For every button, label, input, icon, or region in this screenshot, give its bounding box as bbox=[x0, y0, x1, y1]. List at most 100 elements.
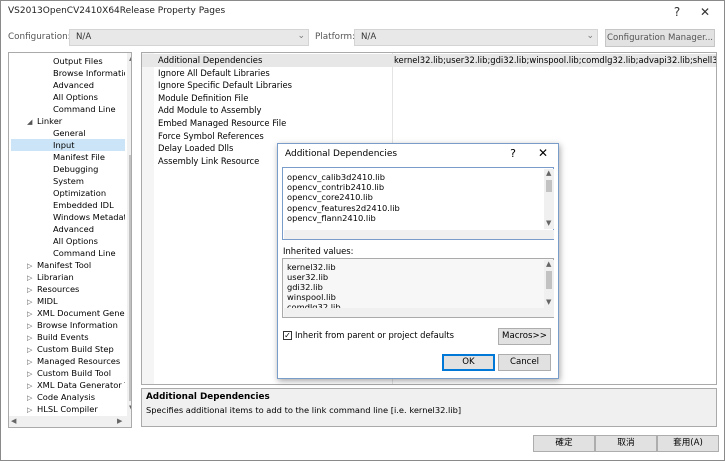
inherit-checkbox[interactable]: ✓ bbox=[283, 331, 292, 340]
scroll-down-icon[interactable]: ▼ bbox=[129, 404, 131, 412]
tree-item[interactable]: Browse Informatio bbox=[11, 67, 125, 79]
cancel-button[interactable]: 取消 bbox=[595, 435, 657, 452]
scroll-down-icon[interactable]: ▼ bbox=[546, 298, 551, 306]
inherit-checkbox-label[interactable]: Inherit from parent or project defaults bbox=[295, 330, 454, 340]
ok-button[interactable]: 確定 bbox=[533, 435, 595, 452]
inherited-horizontal-scrollbar[interactable] bbox=[284, 308, 554, 317]
expand-arrow-icon[interactable]: ▷ bbox=[27, 296, 37, 307]
tree-item[interactable]: All Options bbox=[11, 91, 125, 103]
tree-item[interactable]: ▷ Resources bbox=[27, 283, 125, 295]
property-row[interactable]: Embed Managed Resource File bbox=[142, 117, 716, 130]
tree-item[interactable]: Output Files bbox=[11, 55, 125, 67]
expand-arrow-icon[interactable]: ▷ bbox=[27, 356, 37, 367]
tree-item[interactable]: Advanced bbox=[11, 223, 125, 235]
tree-item-label: Librarian bbox=[37, 272, 74, 282]
scroll-left-icon[interactable]: ◀ bbox=[11, 417, 16, 425]
dialog-close-icon[interactable]: ✕ bbox=[536, 146, 550, 160]
property-tree: Output Files Browse Informatio Advanced All… bbox=[8, 52, 132, 428]
tree-vertical-scrollbar[interactable]: ▲ ▼ bbox=[127, 53, 131, 427]
inherited-values-list: kernel32.lib user32.lib gdi32.lib winspool.… bbox=[282, 258, 554, 318]
tree-item-label: Custom Build Tool bbox=[37, 368, 112, 378]
expand-arrow-icon[interactable]: ▷ bbox=[27, 260, 37, 271]
inherited-vertical-scrollbar[interactable]: ▲ ▼ bbox=[544, 260, 554, 308]
expand-arrow-icon[interactable]: ▷ bbox=[27, 272, 37, 283]
tree-item[interactable]: ▷ Custom Build Step bbox=[27, 343, 125, 355]
configuration-select[interactable]: N/A ⌄ bbox=[69, 29, 309, 46]
tree-item[interactable]: ◢ Linker bbox=[27, 115, 125, 127]
tree-item[interactable]: ▷ Build Events bbox=[27, 331, 125, 343]
tree-item[interactable]: Advanced bbox=[11, 79, 125, 91]
property-row[interactable]: Force Symbol References bbox=[142, 130, 716, 143]
dependency-entry[interactable]: opencv_flann2410.lib bbox=[287, 213, 376, 223]
expand-arrow-icon[interactable]: ▷ bbox=[27, 284, 37, 295]
tree-item[interactable]: ▷ XML Data Generator T bbox=[27, 379, 125, 391]
scrollbar-thumb[interactable] bbox=[546, 271, 552, 289]
property-row[interactable]: Ignore All Default Libraries bbox=[142, 67, 716, 80]
dialog-cancel-button[interactable]: Cancel bbox=[498, 354, 551, 371]
editor-vertical-scrollbar[interactable]: ▲ ▼ bbox=[544, 169, 554, 229]
platform-select[interactable]: N/A ⌄ bbox=[354, 29, 598, 46]
dependencies-editor[interactable]: opencv_calib3d2410.lib opencv_contrib2410… bbox=[282, 167, 554, 240]
property-row[interactable]: Ignore Specific Default Libraries bbox=[142, 79, 716, 92]
tree-item[interactable]: ▷ Manifest Tool bbox=[27, 259, 125, 271]
tree-item[interactable]: ▷ Code Analysis bbox=[27, 391, 125, 403]
property-value[interactable]: kernel32.lib;user32.lib;gdi32.lib;winspo… bbox=[394, 54, 716, 67]
close-icon[interactable]: ✕ bbox=[697, 4, 713, 20]
tree-item[interactable]: ▷ Browse Information bbox=[27, 319, 125, 331]
help-icon[interactable]: ? bbox=[669, 4, 685, 20]
tree-item[interactable]: ▷ Librarian bbox=[27, 271, 125, 283]
tree-item[interactable]: Debugging bbox=[11, 163, 125, 175]
scroll-down-icon[interactable]: ▼ bbox=[546, 219, 551, 227]
tree-item[interactable]: Manifest File bbox=[11, 151, 125, 163]
configuration-manager-button[interactable]: Configuration Manager... bbox=[605, 29, 715, 47]
inherited-values-label: Inherited values: bbox=[283, 246, 354, 256]
dependency-entry[interactable]: opencv_features2d2410.lib bbox=[287, 203, 400, 213]
dependency-entry[interactable]: opencv_calib3d2410.lib bbox=[287, 172, 385, 182]
expand-arrow-icon[interactable]: ▷ bbox=[27, 332, 37, 343]
property-row[interactable]: Add Module to Assembly bbox=[142, 104, 716, 117]
expand-arrow-icon[interactable]: ▷ bbox=[27, 380, 37, 391]
tree-horizontal-scrollbar[interactable]: ◀ ▶ bbox=[9, 416, 127, 427]
scroll-up-icon[interactable]: ▲ bbox=[546, 260, 551, 268]
tree-item[interactable]: System bbox=[11, 175, 125, 187]
tree-item-label: Command Line bbox=[53, 248, 116, 258]
expand-arrow-icon[interactable]: ▷ bbox=[27, 404, 37, 415]
expand-arrow-icon[interactable]: ▷ bbox=[27, 368, 37, 379]
tree-item[interactable]: All Options bbox=[11, 235, 125, 247]
expand-arrow-icon[interactable]: ◢ bbox=[27, 116, 37, 127]
expand-arrow-icon[interactable]: ▷ bbox=[27, 392, 37, 403]
property-row[interactable]: Module Definition File bbox=[142, 92, 716, 105]
tree-item[interactable]: Command Line bbox=[11, 247, 125, 259]
tree-item[interactable]: ▷ XML Document Gene bbox=[27, 307, 125, 319]
tree-item[interactable]: Optimization bbox=[11, 187, 125, 199]
expand-arrow-icon[interactable]: ▷ bbox=[27, 344, 37, 355]
tree-item-label: Command Line bbox=[53, 104, 116, 114]
expand-arrow-icon[interactable]: ▷ bbox=[27, 308, 37, 319]
scrollbar-thumb[interactable] bbox=[129, 155, 131, 401]
tree-item-label: Build Events bbox=[37, 332, 89, 342]
editor-horizontal-scrollbar[interactable] bbox=[284, 230, 554, 239]
tree-item[interactable]: ▷ Custom Build Tool bbox=[27, 367, 125, 379]
scroll-up-icon[interactable]: ▲ bbox=[546, 169, 551, 177]
dialog-ok-button[interactable]: OK bbox=[442, 354, 495, 371]
tree-item[interactable]: Windows Metadat bbox=[11, 211, 125, 223]
tree-item-label: Output Files bbox=[53, 56, 103, 66]
dependency-entry[interactable]: opencv_contrib2410.lib bbox=[287, 182, 384, 192]
property-row[interactable]: Additional Dependencies kernel32.lib;user… bbox=[142, 54, 716, 67]
dialog-help-icon[interactable]: ? bbox=[507, 147, 519, 160]
apply-button[interactable]: 套用(A) bbox=[657, 435, 719, 452]
description-text: Specifies additional items to add to the… bbox=[146, 405, 462, 415]
tree-item[interactable]: Input bbox=[11, 139, 125, 151]
expand-arrow-icon[interactable]: ▷ bbox=[27, 320, 37, 331]
tree-item[interactable]: ▷ Managed Resources bbox=[27, 355, 125, 367]
scroll-up-icon[interactable]: ▲ bbox=[129, 54, 131, 62]
tree-item[interactable]: Command Line bbox=[11, 103, 125, 115]
tree-item[interactable]: ▷ HLSL Compiler bbox=[27, 403, 125, 415]
macros-button[interactable]: Macros>> bbox=[498, 328, 551, 345]
scrollbar-thumb[interactable] bbox=[546, 180, 552, 192]
dependency-entry[interactable]: opencv_core2410.lib bbox=[287, 192, 373, 202]
tree-item[interactable]: General bbox=[11, 127, 125, 139]
scroll-right-icon[interactable]: ▶ bbox=[117, 417, 122, 425]
tree-item[interactable]: ▷ MIDL bbox=[27, 295, 125, 307]
tree-item[interactable]: Embedded IDL bbox=[11, 199, 125, 211]
